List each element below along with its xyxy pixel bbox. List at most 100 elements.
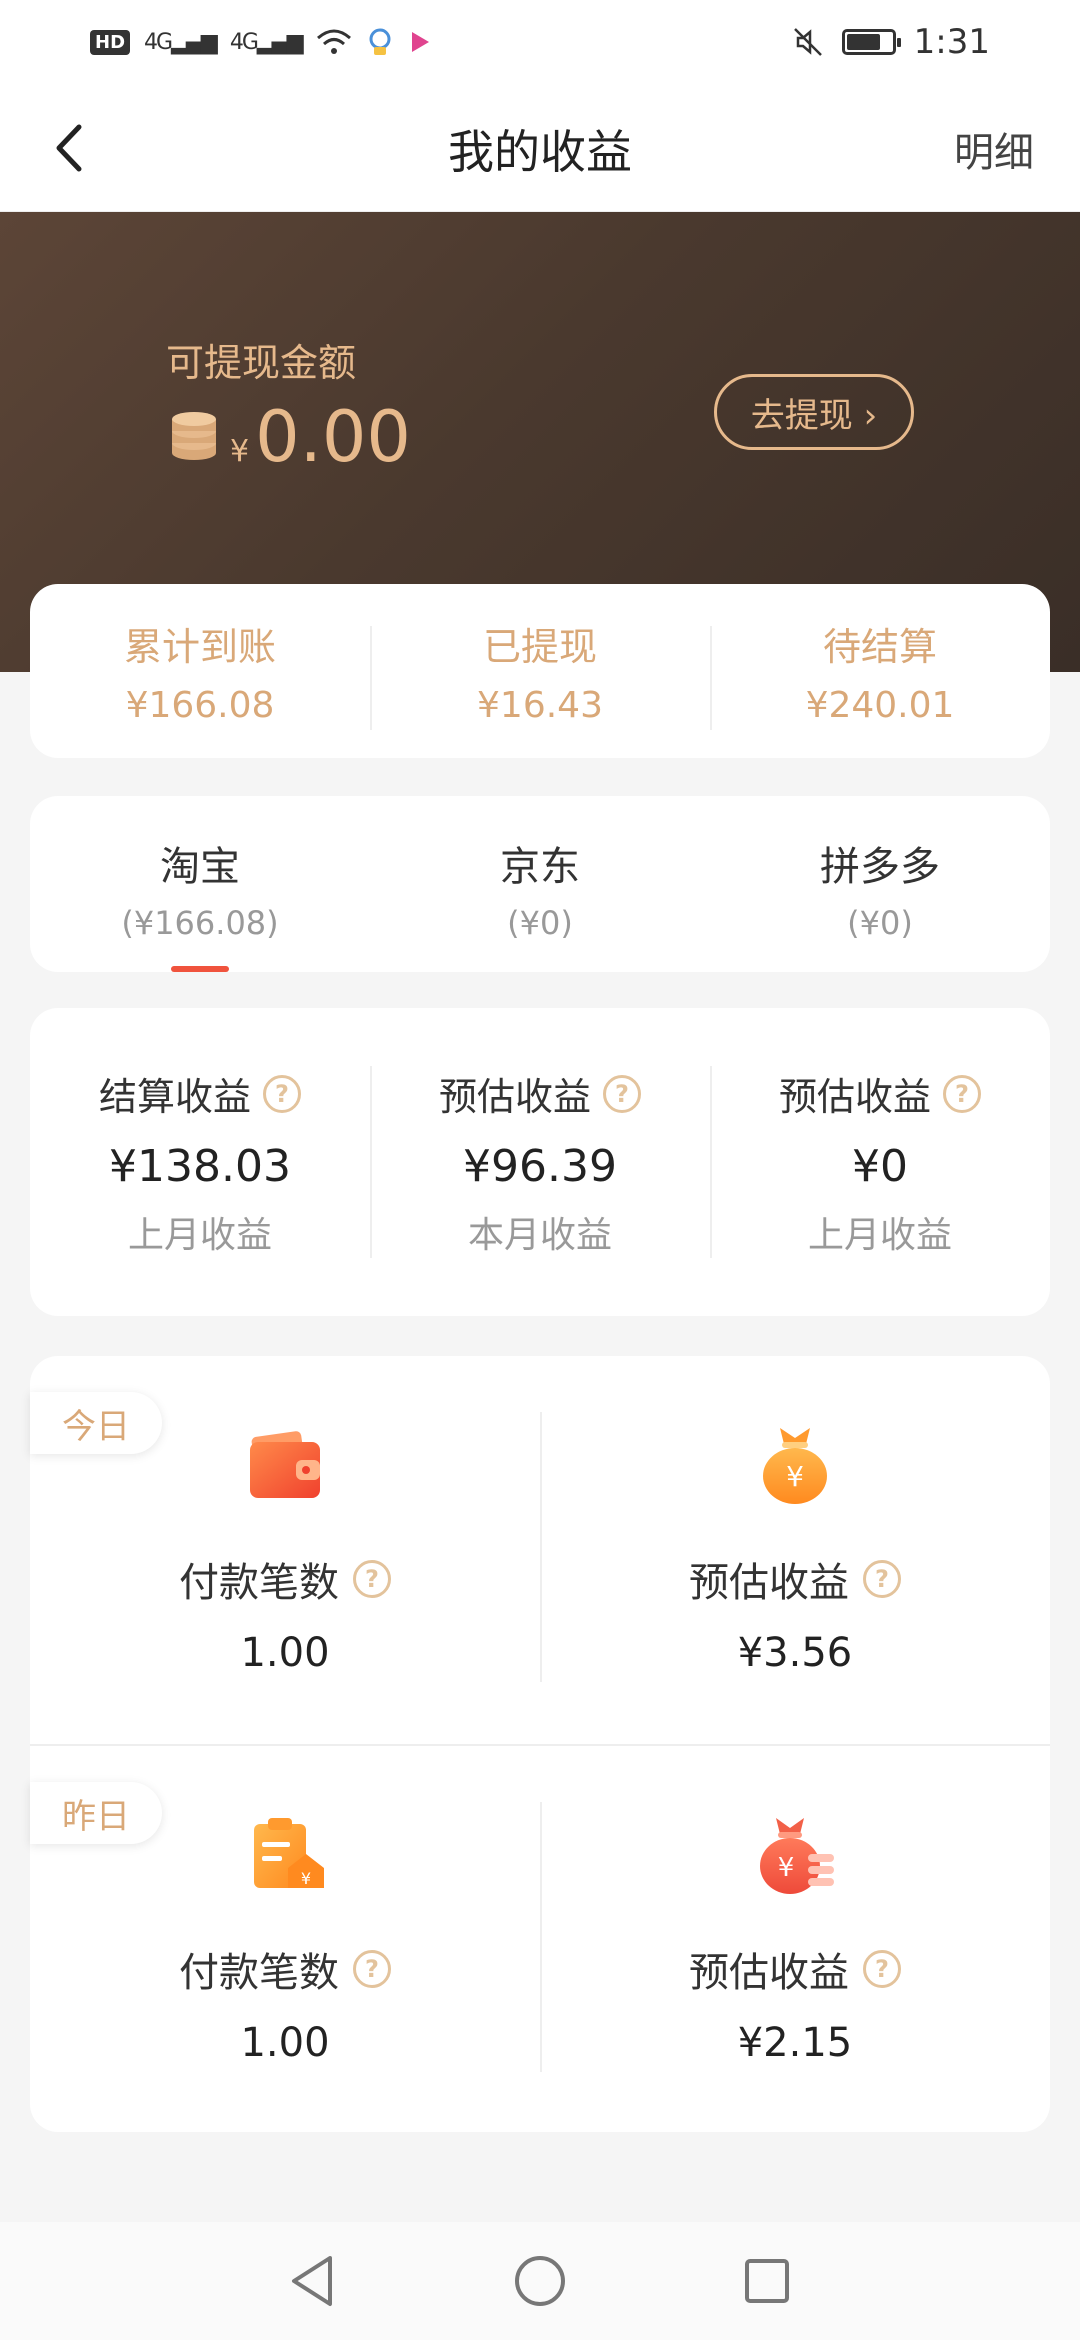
stat-label: 预估收益 ? <box>710 1066 1050 1121</box>
battery-icon <box>841 29 901 55</box>
mute-icon <box>793 28 822 56</box>
status-bar: HD 4G▂▄▆ 4G▂▄▆ 1:31 <box>0 0 1080 84</box>
summary-label: 待结算 <box>822 625 937 669</box>
amount-value: 0.00 <box>255 396 411 478</box>
nav-back-button[interactable] <box>283 2251 343 2311</box>
question-icon[interactable]: ? <box>863 1950 901 1988</box>
signal-label: 4G <box>144 29 173 55</box>
svg-text:¥: ¥ <box>786 1460 804 1493</box>
withdrawable-amount: ¥ 0.00 <box>164 396 411 478</box>
order-receipt-icon: ¥ <box>254 1818 324 1888</box>
stat-label: 预估收益 ? <box>370 1066 710 1121</box>
wifi-icon <box>316 29 351 54</box>
today-estimated-income: ¥ 预估收益 ? ¥3.56 <box>540 1356 1050 1744</box>
tab-label: 拼多多 <box>820 844 940 890</box>
page-title: 我的收益 <box>448 125 632 179</box>
day-value: ¥3.56 <box>737 1630 853 1676</box>
signal-icon: 4G▂▄▆ <box>229 29 304 55</box>
circle-home-icon <box>514 2256 565 2306</box>
tab-value: (¥166.08) <box>121 904 279 942</box>
svg-text:¥: ¥ <box>301 1869 311 1888</box>
yesterday-tag: 昨日 <box>30 1782 162 1844</box>
question-icon[interactable]: ? <box>863 1560 901 1598</box>
signal-icon: 4G▂▄▆ <box>144 29 218 55</box>
today-tag: 今日 <box>30 1392 162 1454</box>
stat-settled-income: 结算收益 ? ¥138.03 上月收益 <box>30 1066 370 1258</box>
status-right: 1:31 <box>792 22 990 62</box>
question-icon[interactable]: ? <box>943 1074 981 1113</box>
summary-label: 已提现 <box>482 625 597 669</box>
nav-home-button[interactable] <box>510 2251 570 2311</box>
day-value: 1.00 <box>240 1630 330 1676</box>
day-label: 付款笔数 ? <box>30 1940 540 1998</box>
detail-link[interactable]: 明细 <box>954 120 1034 178</box>
day-value: ¥2.15 <box>737 2020 853 2066</box>
summary-card: 累计到账 ¥166.08 已提现 ¥16.43 待结算 ¥240.01 <box>30 584 1050 758</box>
tab-taobao[interactable]: 淘宝 (¥166.08) <box>30 796 370 972</box>
summary-value: ¥16.43 <box>477 685 603 726</box>
summary-pending: 待结算 ¥240.01 <box>710 616 1050 730</box>
stat-subtitle: 上月收益 <box>127 1215 272 1256</box>
day-label: 预估收益 ? <box>540 1550 1050 1608</box>
summary-withdrawn: 已提现 ¥16.43 <box>370 616 710 730</box>
question-icon[interactable]: ? <box>353 1950 391 1988</box>
day-label-text: 预估收益 <box>689 1950 849 1996</box>
stat-estimated-this-month: 预估收益 ? ¥96.39 本月收益 <box>370 1066 710 1258</box>
tab-pinduoduo[interactable]: 拼多多 (¥0) <box>710 796 1050 972</box>
hd-badge: HD <box>90 29 131 55</box>
app-notification-icon <box>369 28 391 55</box>
video-app-icon <box>411 32 429 52</box>
summary-value: ¥166.08 <box>125 685 275 726</box>
day-label-text: 付款笔数 <box>179 1950 339 1996</box>
platform-tabs: 淘宝 (¥166.08) 京东 (¥0) 拼多多 (¥0) <box>30 796 1050 972</box>
wallet-icon <box>250 1431 320 1498</box>
stat-label-text: 结算收益 <box>98 1075 251 1119</box>
question-icon[interactable]: ? <box>263 1074 301 1113</box>
monthly-stats-card: 结算收益 ? ¥138.03 上月收益 预估收益 ? ¥96.39 本月收益 预… <box>30 1008 1050 1316</box>
day-label-text: 付款笔数 <box>179 1560 339 1606</box>
daily-stats-card: 今日 付款笔数 ? 1.00 ¥ 预估收益 ? ¥3.56 昨日 ¥ 付款笔数 … <box>30 1356 1050 2132</box>
summary-label: 累计到账 <box>123 625 276 669</box>
today-section: 今日 付款笔数 ? 1.00 ¥ 预估收益 ? ¥3.56 <box>30 1356 1050 1744</box>
day-label-text: 预估收益 <box>689 1560 849 1606</box>
question-icon[interactable]: ? <box>353 1560 391 1598</box>
signal-label: 4G <box>229 29 259 55</box>
money-bag-icon: ¥ <box>763 1428 827 1504</box>
active-tab-indicator <box>171 966 229 972</box>
triangle-back-icon <box>292 2256 333 2306</box>
tab-label: 淘宝 <box>160 844 240 890</box>
status-time: 1:31 <box>913 22 990 62</box>
yesterday-estimated-income: ¥ 预估收益 ? ¥2.15 <box>540 1746 1050 2132</box>
stat-estimated-last-month: 预估收益 ? ¥0 上月收益 <box>710 1066 1050 1258</box>
summary-value: ¥240.01 <box>805 685 955 726</box>
square-recents-icon <box>744 2259 789 2303</box>
stat-label: 结算收益 ? <box>30 1066 370 1121</box>
day-value: 1.00 <box>240 2020 330 2066</box>
day-label: 预估收益 ? <box>540 1940 1050 1998</box>
question-icon[interactable]: ? <box>603 1074 641 1113</box>
stat-subtitle: 本月收益 <box>467 1215 612 1256</box>
tab-jd[interactable]: 京东 (¥0) <box>370 796 710 972</box>
stat-value: ¥138.03 <box>109 1141 291 1192</box>
summary-total-received: 累计到账 ¥166.08 <box>30 616 370 726</box>
status-left: HD 4G▂▄▆ 4G▂▄▆ <box>90 27 432 57</box>
currency-symbol: ¥ <box>230 434 250 469</box>
tab-value: (¥0) <box>847 904 913 942</box>
tab-value: (¥0) <box>507 904 573 942</box>
withdraw-button[interactable]: 去提现 › <box>714 374 914 450</box>
stat-label-text: 预估收益 <box>438 1075 591 1119</box>
day-label: 付款笔数 ? <box>30 1550 540 1608</box>
tab-label: 京东 <box>500 844 580 890</box>
stat-label-text: 预估收益 <box>778 1075 931 1119</box>
nav-bar: 我的收益 明细 <box>0 84 1080 212</box>
coins-icon <box>172 412 216 460</box>
system-nav-bar <box>0 2222 1080 2340</box>
svg-text:¥: ¥ <box>778 1853 795 1883</box>
stat-subtitle: 上月收益 <box>807 1215 952 1256</box>
stat-value: ¥0 <box>852 1141 908 1192</box>
nav-recents-button[interactable] <box>737 2251 797 2311</box>
withdrawable-label: 可提现金额 <box>166 341 357 385</box>
money-bag-coins-icon: ¥ <box>760 1818 834 1894</box>
yesterday-section: 昨日 ¥ 付款笔数 ? 1.00 ¥ 预估收益 ? ¥2.15 <box>30 1744 1050 2132</box>
stat-value: ¥96.39 <box>463 1141 617 1192</box>
